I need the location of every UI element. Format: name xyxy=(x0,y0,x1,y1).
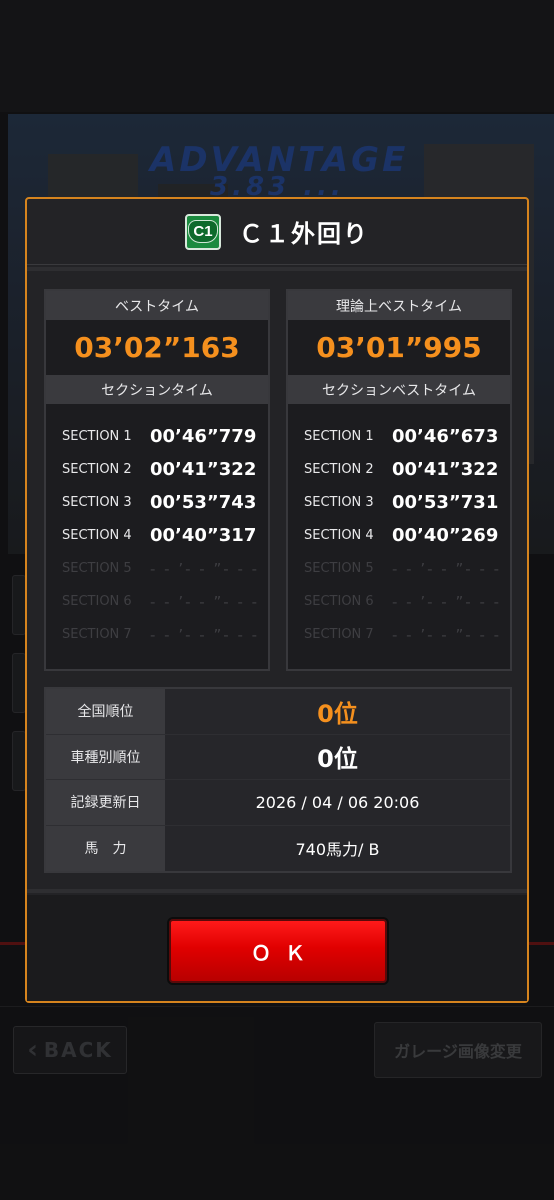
section-time: 00’40”317 xyxy=(150,525,257,546)
dialog-title: Ｃ１外回り xyxy=(239,220,369,248)
title-divider xyxy=(27,267,527,271)
info-label: 全国順位 xyxy=(46,689,165,734)
record-dialog: C1 Ｃ１外回り ベストタイム 03’02”163 セクションタイム SECTI… xyxy=(25,197,529,1003)
section-label: SECTION 1 xyxy=(62,429,132,444)
section-row: SECTION 6 - - ’- - ”- - - xyxy=(46,585,268,618)
record-info-table: 全国順位 0位 車種別順位 0位 記録更新日 2026 / 04 / 06 20… xyxy=(44,687,512,873)
section-time: 00’46”779 xyxy=(150,426,257,447)
info-label: 車種別順位 xyxy=(46,734,165,779)
best-time-value: 03’02”163 xyxy=(74,331,240,364)
section-row: SECTION 4 00’40”317 xyxy=(46,519,268,552)
section-time: - - ’- - ”- - - xyxy=(150,592,260,611)
section-time: - - ’- - ”- - - xyxy=(392,625,502,644)
info-row-national-rank: 全国順位 0位 xyxy=(46,689,510,735)
section-label: SECTION 6 xyxy=(304,594,374,609)
section-time-header: セクションタイム xyxy=(46,375,268,404)
section-time: 00’41”322 xyxy=(150,459,257,480)
section-label: SECTION 2 xyxy=(62,462,132,477)
section-time: 00’46”673 xyxy=(392,426,499,447)
section-row: SECTION 5 - - ’- - ”- - - xyxy=(46,552,268,585)
model-rank-value: 0位 xyxy=(165,734,510,779)
section-label: SECTION 7 xyxy=(62,627,132,642)
info-label: 記録更新日 xyxy=(46,780,165,825)
best-time-header: ベストタイム xyxy=(46,291,268,320)
section-label: SECTION 5 xyxy=(304,561,374,576)
theoretical-best-header: 理論上ベストタイム xyxy=(288,291,510,320)
info-label: 馬 力 xyxy=(46,825,165,871)
section-row: SECTION 1 00’46”779 xyxy=(46,420,268,453)
section-row: SECTION 2 00’41”322 xyxy=(46,453,268,486)
section-label: SECTION 3 xyxy=(62,495,132,510)
section-row: SECTION 7 - - ’- - ”- - - xyxy=(46,618,268,651)
section-time: - - ’- - ”- - - xyxy=(150,625,260,644)
section-label: SECTION 1 xyxy=(304,429,374,444)
section-label: SECTION 3 xyxy=(304,495,374,510)
dialog-title-bar: C1 Ｃ１外回り xyxy=(27,199,527,265)
route-badge-text: C1 xyxy=(188,220,218,243)
section-row: SECTION 4 00’40”269 xyxy=(288,519,510,552)
section-label: SECTION 7 xyxy=(304,627,374,642)
footer-divider xyxy=(27,889,527,893)
horsepower-value: 740馬力/ B xyxy=(165,825,510,871)
section-time: - - ’- - ”- - - xyxy=(392,592,502,611)
section-row: SECTION 6 - - ’- - ”- - - xyxy=(288,585,510,618)
update-date-value: 2026 / 04 / 06 20:06 xyxy=(165,780,510,825)
section-label: SECTION 4 xyxy=(62,528,132,543)
section-row: SECTION 5 - - ’- - ”- - - xyxy=(288,552,510,585)
national-rank-value: 0位 xyxy=(165,689,510,734)
best-time-panel: ベストタイム 03’02”163 セクションタイム SECTION 1 00’46… xyxy=(44,289,270,671)
section-row: SECTION 1 00’46”673 xyxy=(288,420,510,453)
theoretical-best-panel: 理論上ベストタイム 03’01”995 セクションベストタイム SECTION … xyxy=(286,289,512,671)
section-time: - - ’- - ”- - - xyxy=(150,559,260,578)
section-label: SECTION 6 xyxy=(62,594,132,609)
section-best-header: セクションベストタイム xyxy=(288,375,510,404)
section-time: 00’41”322 xyxy=(392,459,499,480)
route-c1-icon: C1 xyxy=(185,213,221,250)
section-row: SECTION 7 - - ’- - ”- - - xyxy=(288,618,510,651)
section-row: SECTION 3 00’53”743 xyxy=(46,486,268,519)
theoretical-best-value: 03’01”995 xyxy=(316,331,482,364)
section-row: SECTION 2 00’41”322 xyxy=(288,453,510,486)
info-row-update-date: 記録更新日 2026 / 04 / 06 20:06 xyxy=(46,780,510,826)
section-time: 00’53”743 xyxy=(150,492,257,513)
info-row-horsepower: 馬 力 740馬力/ B xyxy=(46,825,510,871)
section-time: 00’53”731 xyxy=(392,492,499,513)
section-row: SECTION 3 00’53”731 xyxy=(288,486,510,519)
section-time: 00’40”269 xyxy=(392,525,499,546)
section-label: SECTION 4 xyxy=(304,528,374,543)
section-time: - - ’- - ”- - - xyxy=(392,559,502,578)
section-label: SECTION 2 xyxy=(304,462,374,477)
info-row-model-rank: 車種別順位 0位 xyxy=(46,734,510,780)
ok-button[interactable]: ＯＫ xyxy=(169,919,387,983)
section-label: SECTION 5 xyxy=(62,561,132,576)
